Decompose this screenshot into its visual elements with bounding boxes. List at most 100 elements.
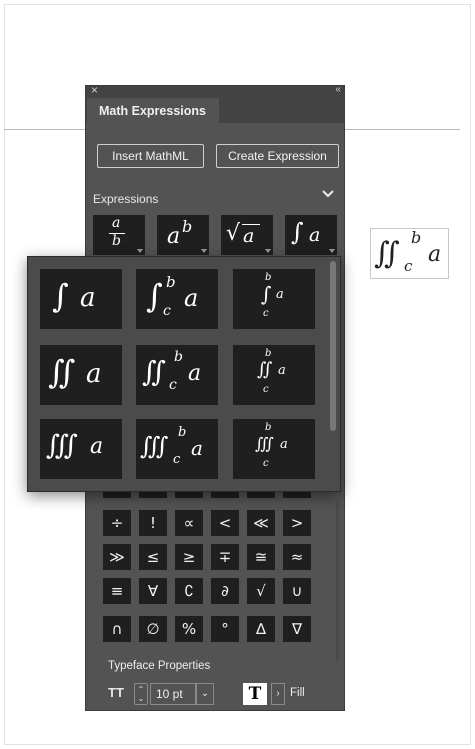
selected-math-expression[interactable]: ∬ c b a <box>370 228 449 279</box>
integral-upper: b <box>265 348 272 359</box>
integral-arg: a <box>191 436 203 460</box>
integral-arg: a <box>90 434 104 459</box>
fill-color-swatch[interactable]: T <box>243 683 267 705</box>
double-integral-limits-side-option[interactable]: ∬ c b a <box>136 345 218 405</box>
integral-lower: c <box>163 303 171 319</box>
stepper-up-icon[interactable]: ⌃ <box>138 685 145 694</box>
fill-chevron-icon[interactable]: › <box>271 683 285 705</box>
fraction-numerator: a <box>112 215 121 231</box>
integral-lower: c <box>263 458 269 469</box>
close-icon[interactable]: × <box>91 83 98 97</box>
symbol-much-less[interactable]: ≪ <box>247 510 275 536</box>
symbol-degree[interactable]: ° <box>211 616 239 642</box>
integral-sign: ∬ <box>48 353 76 391</box>
triple-integral-plain-option[interactable]: ∭ a <box>40 419 122 479</box>
fill-label: Fill <box>290 687 305 699</box>
symbol-for-all[interactable]: ∀ <box>139 578 167 604</box>
triple-integral-limits-side-option[interactable]: ∭ c b a <box>136 419 218 479</box>
symbol-minus-plus[interactable]: ∓ <box>211 544 239 570</box>
integral-template[interactable]: ∫ a <box>285 215 337 255</box>
integral-upper: b <box>178 425 187 440</box>
symbol-intersection[interactable]: ∩ <box>103 616 131 642</box>
font-size-dropdown-icon[interactable]: ⌄ <box>196 683 214 705</box>
template-menu-icon <box>329 249 335 253</box>
chevron-down-icon[interactable] <box>321 189 335 199</box>
symbol-leq[interactable]: ≤ <box>139 544 167 570</box>
square-root-template[interactable]: √ a <box>221 215 273 255</box>
integral-sign: ∭ <box>46 430 78 461</box>
symbol-delta[interactable]: ∆ <box>247 616 275 642</box>
triple-integral-limits-stacked-option[interactable]: b ∭ a c <box>233 419 315 479</box>
symbol-percent[interactable]: % <box>175 616 203 642</box>
panel-topbar: × ‹‹ <box>86 83 344 98</box>
tab-math-expressions[interactable]: Math Expressions <box>87 98 219 123</box>
font-size-stepper[interactable]: ⌃ ⌄ <box>134 683 148 705</box>
symbol-sqrt[interactable]: √ <box>247 578 275 604</box>
integral-sign: ∫ <box>52 277 69 315</box>
symbols-scrollbar[interactable] <box>336 501 339 661</box>
symbol-less-than[interactable]: < <box>211 510 239 536</box>
insert-mathml-button[interactable]: Insert MathML <box>97 144 204 168</box>
integral-templates-popup: ∫ a ∫ c b a b ∫ a c ∬ a ∬ c b a b ∬ a c … <box>27 256 341 492</box>
expr-integral: ∬ <box>374 236 400 271</box>
font-size-input[interactable]: 10 pt <box>150 683 196 705</box>
integral-lower: c <box>263 384 269 395</box>
symbol-factorial[interactable]: ! <box>139 510 167 536</box>
stepper-down-icon[interactable]: ⌄ <box>138 694 145 703</box>
double-integral-limits-stacked-option[interactable]: b ∬ a c <box>233 345 315 405</box>
symbol-approx[interactable]: ≈ <box>283 544 311 570</box>
symbol-equivalent[interactable]: ≡ <box>103 578 131 604</box>
integral-upper: b <box>166 273 176 291</box>
integral-sign: ∭ <box>140 432 169 460</box>
expr-lower: c <box>404 257 413 275</box>
symbol-empty-set[interactable]: ∅ <box>139 616 167 642</box>
symbol-congruent[interactable]: ≅ <box>247 544 275 570</box>
superscript-template[interactable]: a b <box>157 215 209 255</box>
integral-arg: a <box>309 224 321 246</box>
double-integral-plain-option[interactable]: ∬ a <box>40 345 122 405</box>
integral-plain-option[interactable]: ∫ a <box>40 269 122 329</box>
superscript-base: a <box>167 224 181 249</box>
expr-arg: a <box>428 242 442 267</box>
symbol-complement[interactable]: ∁ <box>175 578 203 604</box>
symbol-much-greater[interactable]: ≫ <box>103 544 131 570</box>
popup-scrollbar[interactable] <box>330 261 336 431</box>
symbol-union[interactable]: ∪ <box>283 578 311 604</box>
integral-lower: c <box>169 377 177 393</box>
font-size-icon: TT <box>108 685 124 700</box>
symbol-proportional[interactable]: ∝ <box>175 510 203 536</box>
integral-lower: c <box>263 308 269 319</box>
symbol-geq[interactable]: ≥ <box>175 544 203 570</box>
radical-sign: √ <box>226 221 241 246</box>
integral-arg: a <box>188 361 202 386</box>
integral-sign: ∭ <box>255 434 274 453</box>
typeface-properties-label: Typeface Properties <box>108 660 211 672</box>
expr-upper: b <box>411 228 422 247</box>
integral-upper: b <box>174 349 183 365</box>
template-menu-icon <box>265 249 271 253</box>
superscript-exp: b <box>182 217 193 236</box>
integral-arg: a <box>278 363 286 378</box>
template-menu-icon <box>201 249 207 253</box>
integral-arg: a <box>86 359 102 389</box>
integral-limits-stacked-option[interactable]: b ∫ a c <box>233 269 315 329</box>
integral-sign: ∫ <box>261 282 272 306</box>
integral-arg: a <box>80 283 96 313</box>
template-menu-icon <box>137 249 143 253</box>
integral-arg: a <box>184 284 199 312</box>
integral-sign: ∬ <box>142 355 166 388</box>
fraction-template[interactable]: a b <box>93 215 145 255</box>
integral-upper: b <box>265 422 272 433</box>
collapse-icon[interactable]: ‹‹ <box>335 84 341 95</box>
integral-sign: ∫ <box>146 277 163 315</box>
symbol-divide[interactable]: ÷ <box>103 510 131 536</box>
integral-sign: ∬ <box>257 359 273 380</box>
radical-arg: a <box>243 225 255 247</box>
create-expression-button[interactable]: Create Expression <box>216 144 339 168</box>
symbol-greater-than[interactable]: > <box>283 510 311 536</box>
tab-strip: Math Expressions <box>86 98 344 123</box>
symbol-partial[interactable]: ∂ <box>211 578 239 604</box>
integral-limits-side-option[interactable]: ∫ c b a <box>136 269 218 329</box>
symbol-nabla[interactable]: ∇ <box>283 616 311 642</box>
integral-sign: ∫ <box>291 218 304 246</box>
